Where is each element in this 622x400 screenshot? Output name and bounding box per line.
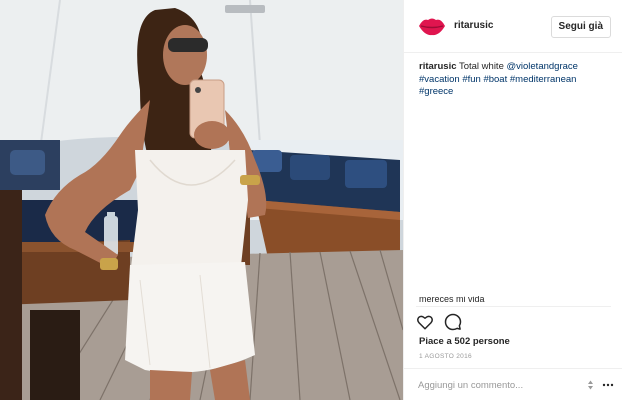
post-header: ritarusic Segui già [404,0,622,53]
more-icon[interactable] [602,379,614,391]
partial-comment: mereces mi vida [419,296,599,304]
heart-icon[interactable] [416,313,434,331]
hashtag-link[interactable]: #vacation [419,74,460,85]
post-date: 1 AGOSTO 2016 [419,353,472,360]
red-lips-icon[interactable] [418,14,446,38]
hashtag-link[interactable]: #fun [462,74,481,85]
comment-input[interactable] [418,377,568,393]
like-count[interactable]: Piace a 502 persone [419,336,510,347]
hashtag-link[interactable]: #boat [483,74,507,85]
partial-comment-text: mereces mi vida [419,296,485,304]
hashtag-link[interactable]: #mediterranean [510,74,577,85]
post-side-panel: ritarusic Segui già ritarusic Total whit… [403,0,622,400]
hashtag-link[interactable]: #greece [419,86,453,97]
caption-username[interactable]: ritarusic [419,61,457,72]
actions-divider [416,306,611,307]
comment-bar [404,368,622,400]
caption-mention[interactable]: @violetandgrace [507,61,578,72]
following-button[interactable]: Segui già [550,16,611,38]
post-caption: ritarusic Total white @violetandgrace #v… [419,61,614,99]
caption-text: Total white [458,61,504,72]
post-image [0,0,403,400]
post-photo[interactable] [0,0,403,400]
stepper-icon[interactable] [587,379,594,391]
post-username[interactable]: ritarusic [454,20,493,31]
comment-icon[interactable] [444,313,462,331]
